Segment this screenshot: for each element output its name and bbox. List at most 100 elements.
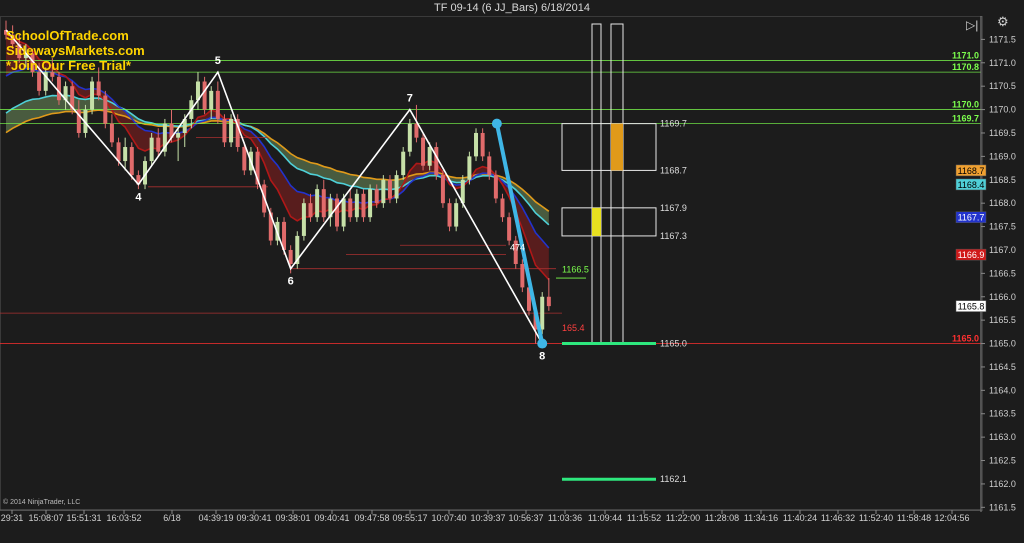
play-icon[interactable]: ▷| [966, 18, 978, 32]
projection-end-dot [537, 338, 548, 349]
zone-fill [592, 207, 601, 236]
bar-body [374, 189, 379, 204]
price-chart[interactable]: 1171.0 1170.8 1170.0 1169.7 1165.0 1169.7 116… [0, 0, 1024, 543]
time-tick-label: 15:08:07 [28, 513, 63, 523]
price-tick-label: 1163.5 [989, 409, 1016, 419]
bar-body [520, 264, 525, 288]
bar-body [202, 81, 207, 110]
time-tick-label: 10:39:37 [470, 513, 505, 523]
bar-body [315, 189, 320, 218]
bar-body [480, 132, 485, 157]
price-tick-label: 1165.0 [989, 339, 1016, 349]
promo-line-site-2[interactable]: SidewaysMarkets.com [6, 43, 145, 58]
zone-top-label: 1167.9 [660, 203, 687, 213]
time-tick-label: 10:07:40 [431, 513, 466, 523]
zone-fill [611, 123, 623, 171]
time-tick-label: 11:46:32 [821, 513, 855, 523]
bar-body [109, 123, 114, 143]
bar-body [467, 156, 472, 180]
bar-body [242, 147, 247, 171]
bar-body [341, 198, 346, 227]
time-tick-label: 16:03:52 [106, 513, 141, 523]
bar-body [335, 198, 339, 227]
projection-line [491, 118, 548, 349]
bar-body [308, 203, 313, 218]
price-tick-label: 1168.5 [989, 175, 1016, 185]
bar-body [440, 175, 445, 204]
time-tick-label: 11:28:08 [705, 513, 739, 523]
bar-body [500, 198, 505, 218]
bar-body [96, 81, 101, 96]
price-tag-label: 1168.4 [958, 180, 985, 190]
level-label: 1169.7 [952, 114, 979, 124]
swing-label: 7 [407, 93, 413, 105]
price-tick-label: 1162.5 [989, 456, 1016, 466]
time-tick-label: 11:22:00 [666, 513, 700, 523]
annotation-text: 474 [510, 243, 525, 253]
time-tick-label: 29:31 [1, 513, 24, 523]
bar-body [447, 203, 452, 227]
horizontal-levels: 1171.0 1170.8 1170.0 1169.7 1165.0 [0, 50, 981, 344]
annotations: 1166.5 165.4 474 [510, 243, 589, 333]
bar-body [407, 123, 412, 152]
price-tag-label: 1168.7 [958, 166, 985, 176]
copyright-text: © 2014 NinjaTrader, LLC [3, 499, 81, 506]
bar-body [321, 189, 326, 218]
bar-body [229, 118, 234, 143]
level-label: 1170.8 [952, 62, 979, 72]
swing-label: 6 [288, 276, 294, 288]
bar-body [215, 90, 220, 119]
promo-line-trial[interactable]: *Join Our Free Trial* [6, 58, 145, 73]
bar-body [56, 76, 61, 101]
bar-body [348, 198, 353, 218]
time-tick-label: 11:52:40 [859, 513, 893, 523]
bar-body [414, 123, 419, 138]
bar-body [454, 203, 459, 227]
bar-body [487, 156, 492, 176]
promo-line-site[interactable]: SchoolOfTrade.com [6, 28, 145, 43]
bar-body [288, 249, 293, 264]
target-label: 1165.0 [660, 339, 687, 349]
price-tick-label: 1170.5 [989, 81, 1016, 91]
zone-bottom-label: 1167.3 [660, 231, 687, 241]
bar-body [401, 151, 406, 176]
time-tick-label: 12:04:56 [934, 513, 969, 523]
price-tag-label: 1166.9 [958, 250, 985, 260]
time-tick-label: 11:34:16 [744, 513, 778, 523]
bar-body [129, 147, 134, 176]
price-tick-label: 1165.5 [989, 315, 1016, 325]
gear-icon[interactable]: ⚙ [997, 14, 1009, 30]
time-tick-label: 11:40:24 [783, 513, 817, 523]
bar-body [209, 90, 214, 110]
bar-body [123, 147, 128, 162]
zone-box [561, 207, 657, 237]
bar-body [149, 137, 154, 162]
time-tick-label: 09:47:58 [354, 513, 389, 523]
bar-body [394, 175, 399, 199]
price-tag-label: 1165.8 [958, 302, 985, 312]
time-tick-label: 09:40:41 [314, 513, 349, 523]
zone-bottom-label: 1168.7 [660, 165, 687, 175]
time-tick-label: 11:58:48 [897, 513, 931, 523]
bar-body [427, 147, 432, 166]
price-tick-label: 1162.0 [989, 479, 1016, 489]
bar-body [434, 147, 439, 176]
target-label: 1162.1 [660, 474, 687, 484]
level-label: 1170.0 [952, 100, 979, 110]
time-tick-label: 15:51:31 [66, 513, 101, 523]
bar-body [90, 81, 95, 110]
bar-body [361, 193, 366, 218]
time-tick-label: 09:30:41 [236, 513, 271, 523]
bar-body [507, 217, 512, 241]
bar-body [176, 132, 181, 138]
bar-body [493, 175, 498, 199]
time-tick-label: 09:55:17 [392, 513, 427, 523]
bar-body [474, 132, 479, 157]
bar-body [116, 142, 121, 162]
price-tick-label: 1169.5 [989, 128, 1016, 138]
bar-body [540, 296, 545, 330]
annotation-text: 1166.5 [562, 265, 589, 275]
zone-box [561, 123, 657, 171]
bar-body [222, 118, 227, 143]
price-tick-label: 1168.0 [989, 198, 1016, 208]
